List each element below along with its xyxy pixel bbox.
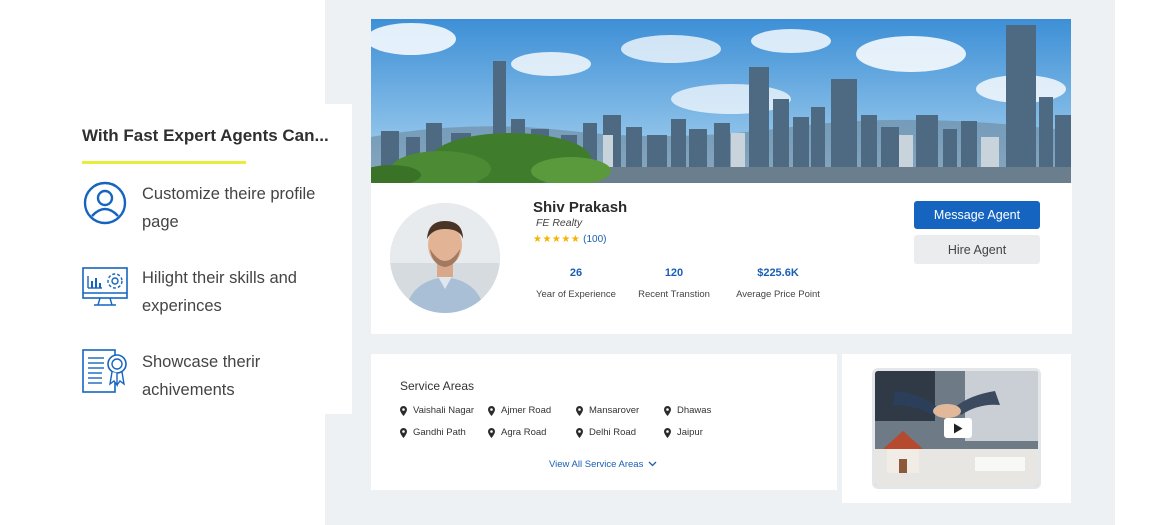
video-thumbnail[interactable] [872, 368, 1041, 489]
area-name: Gandhi Path [413, 427, 466, 438]
location-pin-icon [488, 405, 495, 416]
area-name: Vaishali Nagar [413, 405, 475, 416]
service-areas-title: Service Areas [400, 379, 475, 393]
stat-value: 26 [569, 267, 583, 279]
video-card [842, 354, 1071, 503]
hire-agent-button[interactable]: Hire Agent [914, 235, 1040, 264]
agent-profile-card: Shiv Prakash FE Realty ★★★★★ (100) 26 Ye… [371, 183, 1072, 334]
feature-text: Customize theire profile page [142, 185, 316, 231]
view-all-service-areas-link[interactable]: View All Service Areas [549, 459, 657, 470]
stat-transactions: 120 Recent Transtion [634, 267, 714, 300]
stat-experience: 26 Year of Experience [534, 267, 618, 300]
stat-value: $225.6K [757, 267, 799, 279]
service-area-item: Delhi Road [576, 427, 636, 438]
area-name: Delhi Road [589, 427, 636, 438]
location-pin-icon [664, 405, 671, 416]
location-pin-icon [488, 427, 495, 438]
area-name: Mansarover [589, 405, 640, 416]
message-agent-button[interactable]: Message Agent [914, 201, 1040, 229]
location-pin-icon [400, 405, 407, 416]
service-areas-card: Service Areas Vaishali Nagar Ajmer Road … [371, 354, 837, 490]
feature-text: Showcase therir achivements [142, 353, 261, 399]
view-all-label: View All Service Areas [549, 459, 644, 470]
title-underline [82, 161, 246, 164]
agent-company: FE Realty [536, 217, 583, 229]
user-circle-icon [83, 181, 127, 225]
stat-price-point: $225.6K Average Price Point [733, 267, 823, 300]
star-rating: ★★★★★ (100) [533, 234, 606, 245]
features-title: With Fast Expert Agents Can... [82, 126, 329, 145]
stat-label: Year of Experience [536, 289, 616, 300]
features-card: With Fast Expert Agents Can... Customize… [60, 104, 352, 414]
play-icon [954, 423, 963, 433]
area-name: Ajmer Road [501, 405, 552, 416]
certificate-icon [82, 349, 127, 393]
location-pin-icon [576, 427, 583, 438]
area-name: Jaipur [677, 427, 703, 438]
location-pin-icon [664, 427, 671, 438]
service-area-item: Jaipur [664, 427, 703, 438]
service-area-item: Vaishali Nagar [400, 405, 474, 416]
avatar [390, 203, 500, 313]
feature-text: Hilight their skills and experinces [142, 269, 297, 315]
area-name: Agra Road [501, 427, 547, 438]
play-button[interactable] [944, 418, 972, 438]
review-count[interactable]: (100) [583, 234, 606, 245]
stars-icon: ★★★★★ [533, 234, 581, 245]
service-area-item: Agra Road [488, 427, 546, 438]
service-area-item: Mansarover [576, 405, 639, 416]
location-pin-icon [400, 427, 407, 438]
stat-value: 120 [664, 267, 684, 279]
stat-label: Recent Transtion [638, 289, 710, 300]
service-area-item: Dhawas [664, 405, 711, 416]
agent-name: Shiv Prakash [533, 199, 628, 216]
service-area-item: Gandhi Path [400, 427, 466, 438]
chevron-down-icon [648, 461, 657, 467]
city-skyline-banner [371, 19, 1071, 183]
dashboard-gear-icon [82, 267, 128, 306]
location-pin-icon [576, 405, 583, 416]
area-name: Dhawas [677, 405, 712, 416]
stat-label: Average Price Point [736, 289, 820, 300]
service-area-item: Ajmer Road [488, 405, 551, 416]
